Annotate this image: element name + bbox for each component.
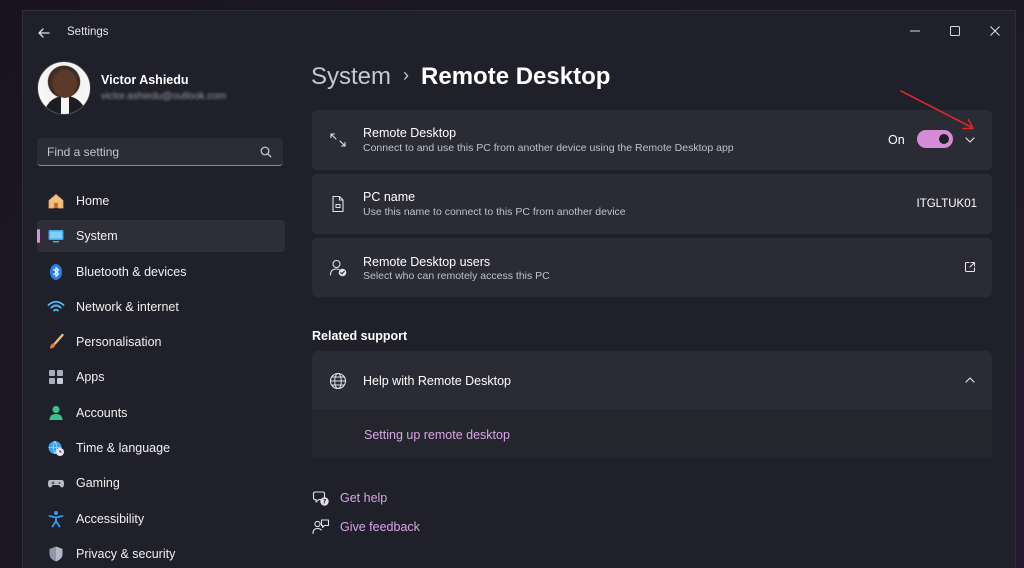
external-link-icon[interactable] — [963, 260, 977, 274]
sidebar-item-label: Network & internet — [76, 299, 179, 314]
feedback-icon — [312, 519, 330, 535]
sidebar-item-label: Accessibility — [76, 511, 145, 526]
maximize-icon — [950, 26, 960, 36]
breadcrumb: System › Remote Desktop — [311, 63, 610, 91]
pc-name-value: ITGLTUK01 — [916, 198, 978, 210]
help-title: Help with Remote Desktop — [363, 374, 511, 388]
help-remote-desktop-body: Setting up remote desktop — [312, 409, 992, 458]
sidebar-item-system[interactable]: System — [37, 220, 285, 253]
sidebar-item-label: Accounts — [76, 405, 128, 420]
profile-email: victor.ashiedu@outlook.com — [101, 91, 227, 102]
remote-desktop-title: Remote Desktop — [363, 126, 457, 140]
sidebar-nav: Home System Bluetooth & devices Network … — [37, 185, 285, 568]
back-button[interactable] — [33, 23, 57, 43]
title-bar: Settings — [23, 11, 1015, 53]
avatar-face-shape — [53, 70, 77, 98]
sidebar-item-label: Time & language — [76, 441, 171, 456]
gamepad-icon — [48, 480, 64, 488]
wifi-icon — [47, 300, 65, 312]
breadcrumb-parent[interactable]: System — [311, 63, 391, 90]
search-input[interactable]: Find a setting — [37, 138, 283, 166]
shield-icon — [49, 546, 63, 562]
back-arrow-icon — [38, 28, 50, 38]
svg-text:?: ? — [323, 499, 327, 506]
sidebar-item-label: System — [76, 229, 118, 244]
sidebar-item-label: Gaming — [76, 476, 120, 491]
apps-icon — [49, 370, 63, 385]
system-icon — [48, 230, 64, 243]
help-remote-desktop-header[interactable]: Help with Remote Desktop — [312, 351, 992, 409]
accounts-icon — [49, 405, 63, 420]
give-feedback-label: Give feedback — [340, 520, 420, 534]
sidebar-item-accessibility[interactable]: Accessibility — [37, 503, 285, 535]
pc-name-description: Use this name to connect to this PC from… — [363, 206, 626, 218]
maximize-button[interactable] — [943, 19, 967, 43]
sidebar-item-label: Personalisation — [76, 335, 162, 350]
sidebar-item-label: Apps — [76, 370, 105, 385]
chevron-up-icon[interactable] — [963, 373, 977, 387]
remote-desktop-card[interactable]: Remote Desktop Connect to and use this P… — [312, 110, 992, 170]
setting-up-remote-desktop-link[interactable]: Setting up remote desktop — [364, 428, 510, 442]
remote-desktop-icon — [330, 133, 346, 147]
sidebar-item-accounts[interactable]: Accounts — [37, 397, 285, 429]
remote-desktop-description: Connect to and use this PC from another … — [363, 142, 734, 154]
remote-desktop-users-card[interactable]: Remote Desktop users Select who can remo… — [312, 238, 992, 297]
give-feedback-link[interactable]: Give feedback — [312, 516, 512, 538]
search-icon — [260, 146, 272, 158]
home-icon — [48, 193, 64, 209]
brush-icon — [50, 333, 64, 349]
sidebar-item-apps[interactable]: Apps — [37, 361, 285, 393]
annotation-arrow-icon — [900, 90, 974, 130]
close-icon — [990, 26, 1000, 36]
pc-name-title: PC name — [363, 190, 416, 204]
sidebar-item-home[interactable]: Home — [37, 185, 285, 217]
sidebar-item-network[interactable]: Network & internet — [37, 291, 285, 323]
bluetooth-icon — [50, 263, 62, 280]
pc-name-card: PC name Use this name to connect to this… — [312, 174, 992, 234]
minimize-button[interactable] — [903, 19, 927, 43]
minimize-icon — [910, 30, 920, 32]
sidebar-item-label: Home — [76, 194, 110, 208]
search-placeholder: Find a setting — [47, 145, 120, 159]
user-check-icon — [329, 259, 347, 277]
get-help-link[interactable]: ? Get help — [312, 487, 512, 509]
globe-clock-icon — [48, 440, 64, 457]
document-icon — [332, 195, 344, 213]
sidebar-item-time-language[interactable]: Time & language — [37, 432, 285, 464]
help-chat-icon: ? — [312, 491, 329, 506]
profile-name: Victor Ashiedu — [101, 73, 189, 87]
sidebar-item-label: Bluetooth & devices — [76, 264, 187, 279]
sidebar-item-privacy-security[interactable]: Privacy & security — [37, 538, 285, 568]
sidebar-item-personalisation[interactable]: Personalisation — [37, 326, 285, 358]
related-support-heading: Related support — [312, 329, 408, 343]
sidebar-item-label: Privacy & security — [76, 546, 176, 561]
accessibility-icon — [48, 510, 64, 528]
rd-users-title: Remote Desktop users — [363, 255, 491, 269]
sidebar-item-bluetooth[interactable]: Bluetooth & devices — [37, 256, 285, 288]
close-button[interactable] — [983, 19, 1007, 43]
avatar[interactable] — [37, 61, 91, 115]
rd-users-description: Select who can remotely access this PC — [363, 270, 550, 282]
page-title: Remote Desktop — [421, 63, 611, 90]
app-title: Settings — [67, 26, 109, 38]
breadcrumb-separator: › — [403, 65, 410, 85]
settings-window: Settings Victor Ashiedu victor.ashiedu@o… — [22, 10, 1016, 568]
globe-icon — [329, 372, 347, 390]
avatar-shirt-shape — [61, 96, 69, 114]
get-help-label: Get help — [340, 491, 388, 505]
sidebar-item-gaming[interactable]: Gaming — [37, 467, 285, 499]
